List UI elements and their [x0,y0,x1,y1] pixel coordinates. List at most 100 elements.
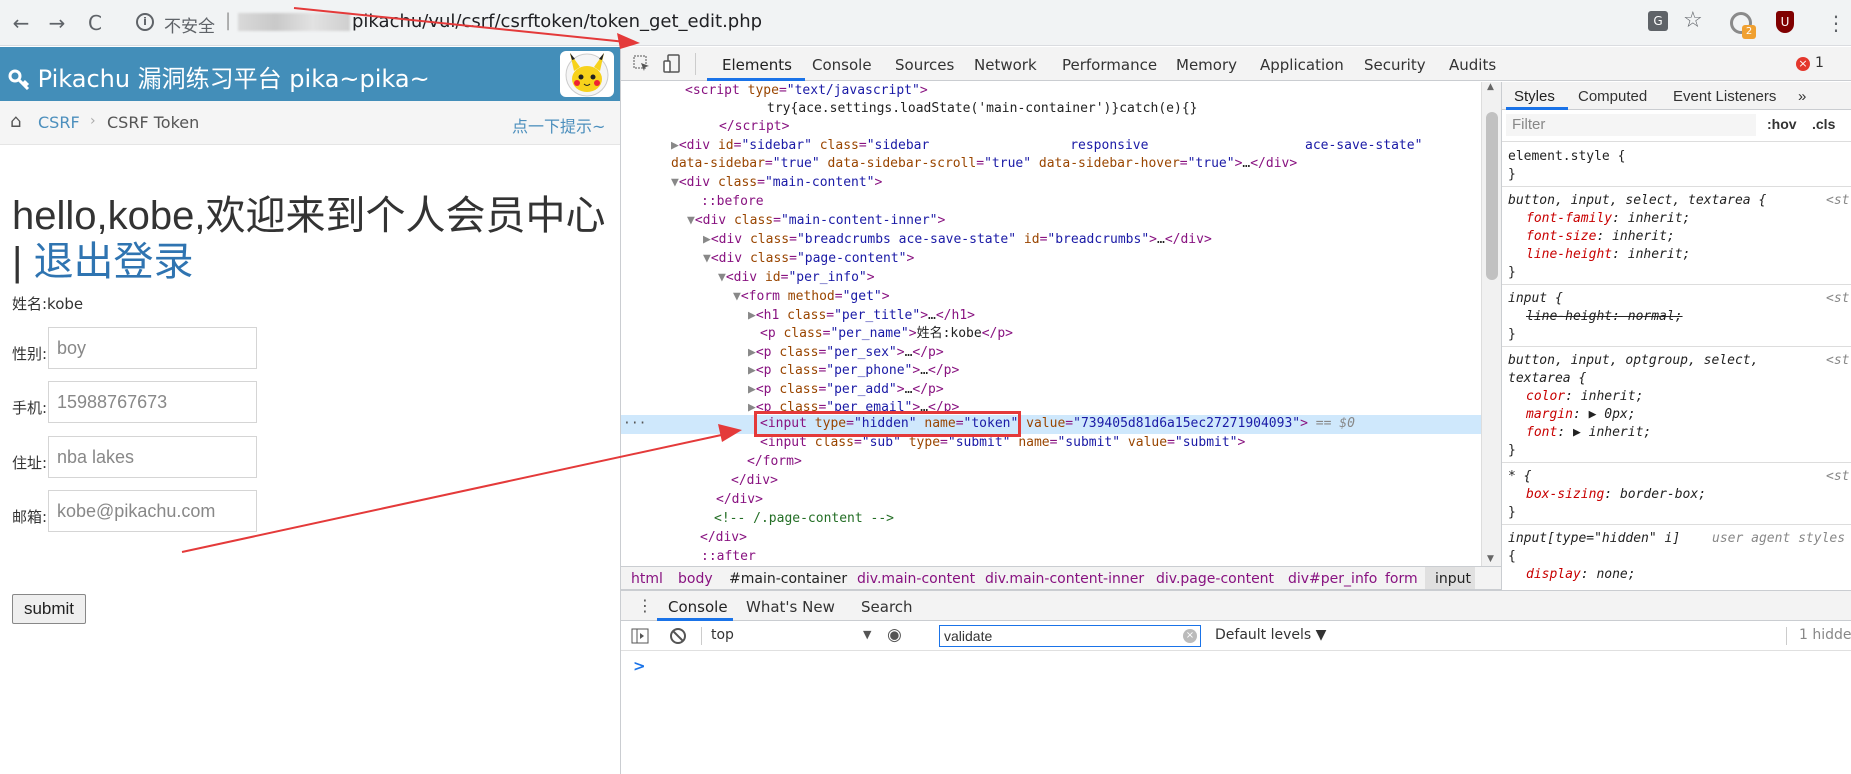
rule-declaration[interactable]: line-height: inherit; [1526,246,1690,264]
info-icon[interactable]: i [136,13,154,31]
rule-declaration[interactable]: box-sizing: border-box; [1526,486,1706,504]
rule-selector[interactable]: * { [1508,468,1531,486]
rule-declaration[interactable]: color: inherit; [1526,388,1643,406]
breadcrumb-csrf-link[interactable]: CSRF [38,113,80,132]
rule-element-style[interactable]: element.style { [1508,148,1625,166]
back-icon[interactable]: ← [8,10,34,36]
tab-console[interactable]: Console [812,56,872,74]
rule-declaration[interactable]: font-family: inherit; [1526,210,1690,228]
tab-styles[interactable]: Styles [1514,88,1555,105]
inspect-element-icon[interactable] [633,55,651,73]
address-input[interactable]: nba lakes [48,436,257,478]
dom-pseudo[interactable]: ::after [701,548,756,566]
tab-security[interactable]: Security [1364,56,1426,74]
security-label[interactable]: 不安全 [164,12,215,37]
dom-node[interactable]: ▼<form method="get"> [733,288,890,306]
tab-memory[interactable]: Memory [1176,56,1237,74]
logout-link[interactable]: 退出登录 [34,240,194,284]
error-count[interactable]: 1 [1815,55,1824,71]
url-text[interactable]: pikachu/vul/csrf/csrftoken/token_get_edi… [352,11,762,32]
crumb-page-content[interactable]: div.page-content [1156,571,1274,587]
clear-console-icon[interactable] [669,627,687,645]
crumb-per-info[interactable]: div#per_info [1288,571,1377,587]
dom-node[interactable]: ▶<p class="per_phone">…</p> [748,362,959,380]
rule-source[interactable]: <st [1826,290,1849,308]
clear-filter-icon[interactable]: × [1183,629,1197,643]
phone-input[interactable]: 15988767673 [48,381,257,423]
crumb-input[interactable]: input [1435,571,1471,587]
dom-node[interactable]: ▶<h1 class="per_title">…</h1> [748,307,975,325]
forward-icon[interactable]: → [44,10,70,36]
tab-event-listeners[interactable]: Event Listeners [1673,88,1776,105]
dom-node[interactable]: ▼<div class="page-content"> [703,250,914,268]
dom-node[interactable]: ▶<div class="breadcrumbs ace-save-state"… [703,231,1212,249]
crumb-form[interactable]: form [1385,571,1418,587]
tab-computed[interactable]: Computed [1578,88,1647,105]
rule-declaration[interactable]: font: ▶ inherit; [1526,424,1651,442]
console-prompt[interactable]: > [633,657,646,675]
sidebar-toggle-icon[interactable] [631,628,649,644]
drawer-tab-console[interactable]: Console [668,598,728,616]
tab-performance[interactable]: Performance [1062,56,1157,74]
crumb-html[interactable]: html [631,571,663,587]
rule-declaration[interactable]: font-size: inherit; [1526,228,1675,246]
context-selector[interactable]: top [711,627,734,643]
dom-node[interactable]: ▼<div id="per_info"> [718,269,875,287]
dom-node[interactable]: </div> [731,472,778,490]
reload-icon[interactable]: C [82,10,108,36]
site-brand[interactable]: Pikachu 漏洞练习平台 pika~pika~ [8,59,430,94]
rule-declaration-overridden[interactable]: line-height: normal; [1526,308,1683,326]
dom-node[interactable]: </form> [747,453,802,471]
tab-sources[interactable]: Sources [895,56,954,74]
crumb-main-content-inner[interactable]: div.main-content-inner [985,571,1144,587]
home-icon[interactable]: ⌂ [10,111,21,132]
translate-icon[interactable]: G [1648,11,1668,31]
dom-node[interactable]: ▼<div class="main-content-inner"> [687,212,945,230]
scrollbar-thumb[interactable] [1486,112,1498,280]
rule-source[interactable]: user agent styles [1712,530,1845,548]
dom-node[interactable]: ▶<p class="per_add">…</p> [748,381,944,399]
rule-source[interactable]: <st [1826,192,1849,210]
more-tabs-icon[interactable]: » [1798,88,1806,105]
dom-node[interactable]: ▼<div class="main-content"> [671,174,882,192]
dom-node[interactable]: ▶<p class="per_sex">…</p> [748,344,944,362]
rule-declaration[interactable]: margin: ▶ 0px; [1526,406,1636,424]
drawer-menu-icon[interactable]: ⋮ [637,596,653,615]
crumb-main-content[interactable]: div.main-content [857,571,975,587]
rule-declaration[interactable]: display: none; [1526,566,1636,584]
email-input[interactable]: kobe@pikachu.com [48,490,257,532]
tab-network[interactable]: Network [974,56,1037,74]
dom-node[interactable]: </div> [700,529,747,547]
tab-application[interactable]: Application [1260,56,1344,74]
rule-selector[interactable]: button, input, select, textarea { [1508,192,1766,210]
dom-text[interactable]: try{ace.settings.loadState('main-contain… [767,100,1197,118]
eye-icon[interactable]: ◉ [887,625,902,645]
tab-audits[interactable]: Audits [1449,56,1496,74]
styles-filter-input[interactable]: Filter [1506,114,1756,136]
context-dropdown-icon[interactable]: ▼ [863,628,871,641]
node-menu-icon[interactable]: ··· [623,415,646,433]
rule-source[interactable]: <st [1826,468,1849,486]
dom-node[interactable]: </div> [716,491,763,509]
pikachu-avatar[interactable] [560,51,614,97]
browser-menu-icon[interactable]: ⋮ [1826,11,1846,35]
scroll-down-icon[interactable]: ▼ [1487,554,1494,564]
rule-selector[interactable]: button, input, optgroup, select, [1508,352,1758,370]
bookmark-star-icon[interactable]: ☆ [1683,8,1703,33]
console-filter-input[interactable]: validate [939,625,1201,647]
hint-link[interactable]: 点一下提示~ [512,113,605,137]
drawer-tab-search[interactable]: Search [861,598,913,616]
device-toolbar-icon[interactable] [663,54,681,74]
elements-scrollbar[interactable]: ▲ ▼ [1481,82,1501,566]
dom-node[interactable]: data-sidebar="true" data-sidebar-scroll=… [671,155,1297,173]
hov-toggle[interactable]: :hov [1767,116,1797,132]
dom-pseudo[interactable]: ::before [701,193,764,211]
submit-button[interactable]: submit [12,594,86,624]
ublock-shield-icon[interactable]: U [1776,11,1794,33]
crumb-main-container[interactable]: #main-container [729,571,847,587]
rule-selector[interactable]: input[type="hidden" i] [1508,530,1680,548]
tab-elements[interactable]: Elements [722,56,792,74]
crumb-body[interactable]: body [678,571,713,587]
rule-source[interactable]: <st [1826,352,1849,370]
dom-comment[interactable]: <!-- /.page-content --> [714,510,894,528]
